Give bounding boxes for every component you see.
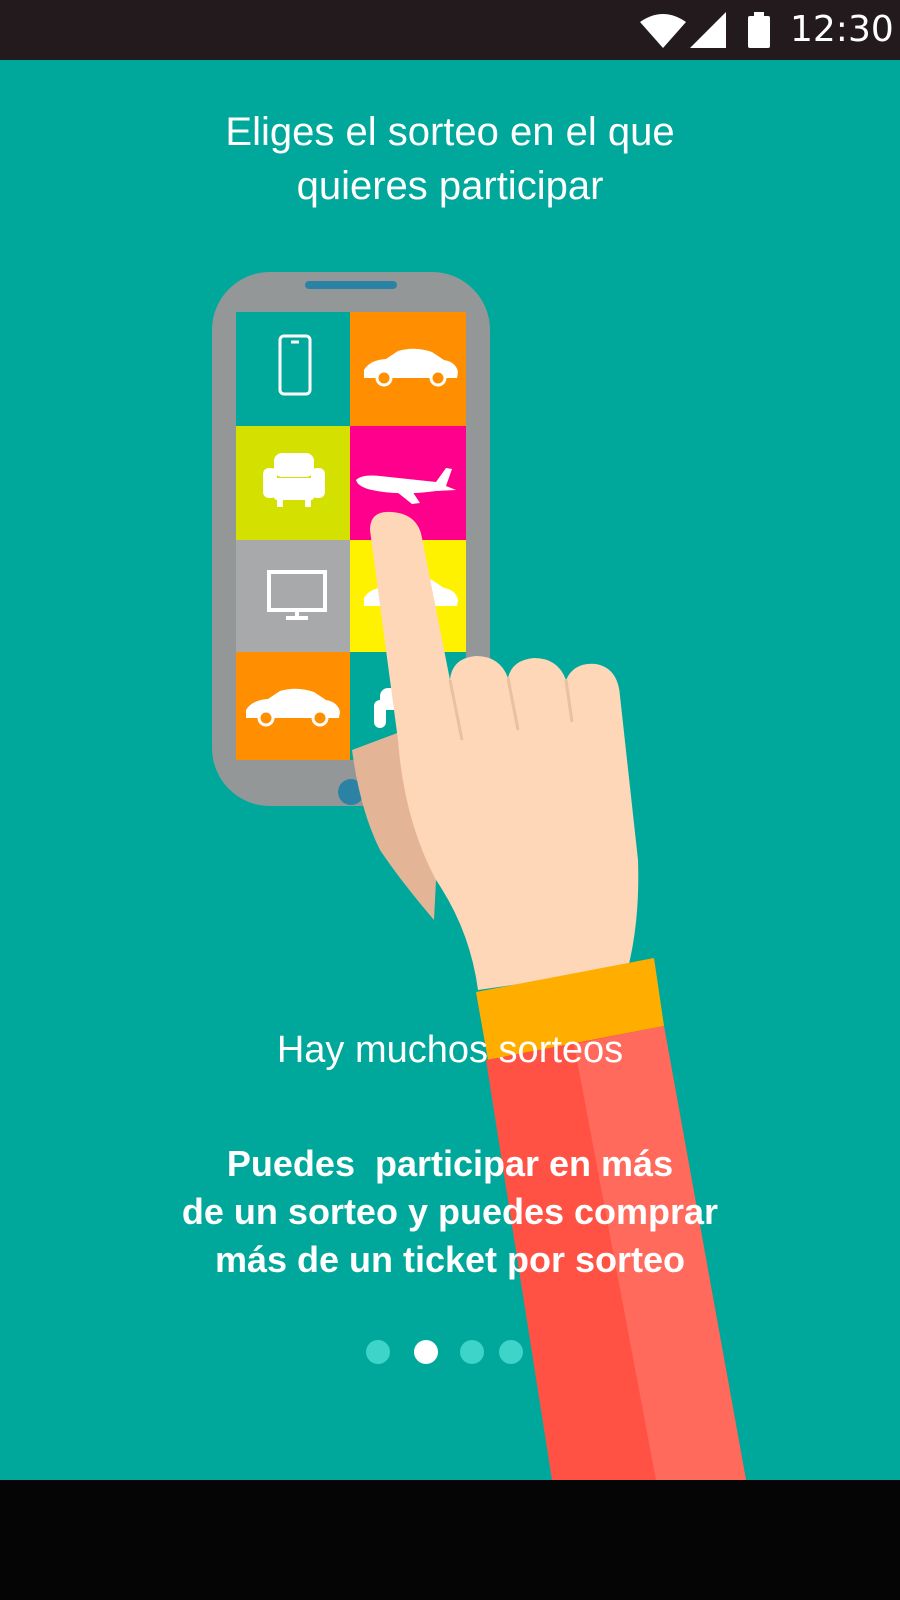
pointing-hand [352,511,746,1480]
page-dot-2-active[interactable] [414,1340,438,1364]
onboarding-subtitle: Hay muchos sorteos [276,1029,624,1071]
status-time: 12:30 [790,9,894,50]
onboarding-description: Puedes participar en más de un sorteo y … [0,1140,900,1284]
navigation-bar [0,1480,900,1600]
description-line: más de un ticket por sorteo [214,1239,686,1280]
description-line: Puedes participar en más [226,1143,674,1184]
page-indicator [0,1340,900,1364]
page-dot-1[interactable] [366,1340,390,1364]
onboarding-page[interactable]: Eliges el sorteo en el que quieres parti… [0,60,900,1480]
phone-speaker [305,281,397,289]
page-dot-3[interactable] [460,1340,484,1364]
battery-icon [748,12,770,48]
hand-palm [370,511,639,990]
wifi-icon [640,14,686,48]
status-bar: 12:30 [0,0,900,60]
page-dot-4[interactable] [499,1340,523,1364]
cell-signal-icon [690,12,726,48]
description-line: de un sorteo y puedes comprar [181,1191,719,1232]
